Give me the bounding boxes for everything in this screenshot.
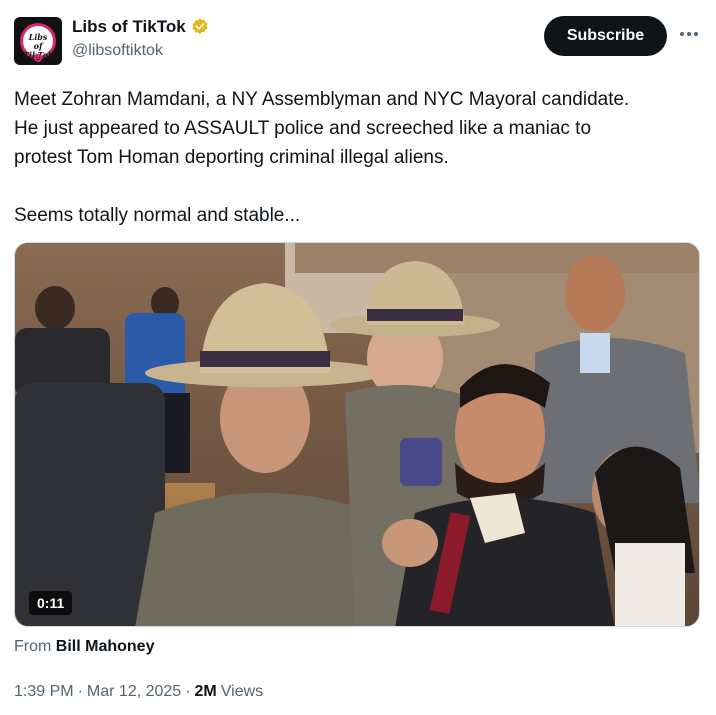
- avatar[interactable]: Libs of TikTok: [14, 17, 62, 65]
- gender-symbol-icon: [34, 54, 42, 62]
- attribution-source-link[interactable]: Bill Mahoney: [56, 638, 155, 655]
- media-attribution: From Bill Mahoney: [14, 638, 154, 656]
- video-frame: [15, 243, 699, 626]
- gold-verified-badge-icon[interactable]: [190, 17, 210, 37]
- author-display-name[interactable]: Libs of TikTok: [72, 17, 186, 37]
- subscribe-button[interactable]: Subscribe: [544, 16, 667, 56]
- tweet-text-line: protest Tom Homan deporting criminal ill…: [14, 147, 449, 168]
- more-horizontal-icon[interactable]: [678, 23, 700, 45]
- tweet-text-line: Meet Zohran Mamdani, a NY Assemblyman an…: [14, 89, 630, 110]
- meta-separator: ·: [77, 683, 83, 700]
- author-handle[interactable]: @libsoftiktok: [72, 42, 163, 60]
- video-player[interactable]: 0:11: [14, 242, 700, 627]
- meta-separator: ·: [185, 683, 191, 700]
- video-duration: 0:11: [29, 591, 73, 615]
- tweet-date[interactable]: Mar 12, 2025: [87, 683, 181, 701]
- views-label: Views: [220, 683, 264, 700]
- tweet-meta: 1:39 PM · Mar 12, 2025 · 2M Views: [14, 683, 263, 701]
- views-count: 2M: [194, 683, 217, 700]
- tweet-time[interactable]: 1:39 PM: [14, 683, 74, 701]
- name-row: Libs of TikTok: [72, 17, 210, 37]
- attribution-prefix: From: [14, 638, 52, 655]
- tweet-text-line: Seems totally normal and stable...: [14, 205, 301, 226]
- tweet-text: Meet Zohran Mamdani, a NY Assemblyman an…: [14, 85, 702, 230]
- tweet-text-line: He just appeared to ASSAULT police and s…: [14, 118, 592, 139]
- tweet-header: Libs of TikTok Libs of TikTok @libsoftikt…: [14, 14, 702, 68]
